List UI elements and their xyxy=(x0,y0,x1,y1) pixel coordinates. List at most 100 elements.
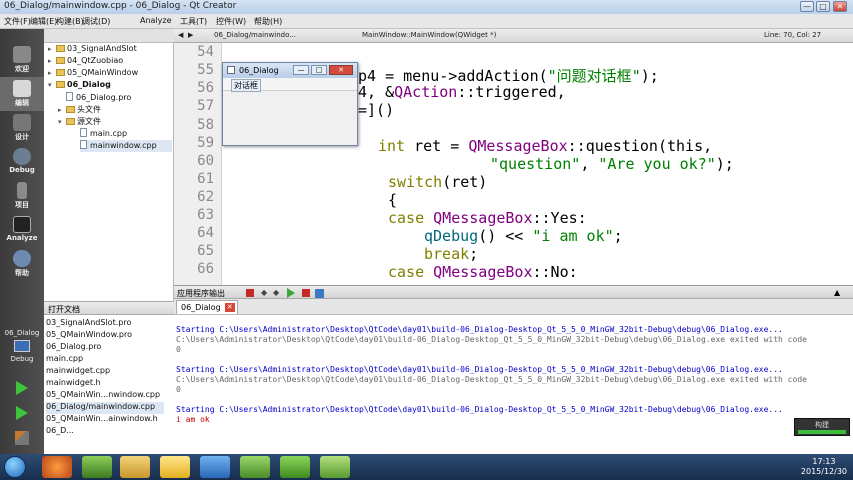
list-item[interactable]: mainwidget.cpp xyxy=(46,366,110,378)
editor-gutter: 54 55 56 57 58 59 60 61 62 63 64 65 66 xyxy=(174,43,222,285)
tree-item[interactable]: ▾ 源文件 xyxy=(58,116,101,128)
stop-icon[interactable] xyxy=(246,289,254,297)
dialog-close-button[interactable]: ✕ xyxy=(329,65,353,75)
code-line: case QMessageBox::Yes: xyxy=(388,209,587,227)
close-button[interactable]: ✕ xyxy=(833,1,847,12)
mode-projects-label: 项目 xyxy=(15,201,29,209)
list-item[interactable]: 06_D... xyxy=(46,426,74,438)
output-line: C:\Users\Administrator\Desktop\QtCode\da… xyxy=(176,375,807,384)
notes-icon[interactable] xyxy=(160,456,190,478)
prev-icon[interactable]: ◆ xyxy=(261,288,267,297)
list-item[interactable]: 05_QMainWin...ainwindow.h xyxy=(46,414,158,426)
folder-icon xyxy=(66,106,75,113)
mode-design[interactable]: 设计 xyxy=(0,111,44,145)
list-item[interactable]: 05_QMainWin...nwindow.cpp xyxy=(46,390,160,402)
menu-debug[interactable]: 调试(D) xyxy=(82,16,110,27)
close-icon[interactable]: ✕ xyxy=(224,303,235,312)
debug-run-button[interactable] xyxy=(0,406,44,420)
tree-item[interactable]: ▾ 06_Dialog xyxy=(48,80,111,92)
list-item[interactable]: 03_SignalAndSlot.pro xyxy=(46,318,131,330)
tree-item[interactable]: main.cpp xyxy=(80,128,127,140)
maximize-button[interactable]: □ xyxy=(816,1,830,12)
tab-06-dialog[interactable]: 06_Dialog ✕ xyxy=(176,300,238,314)
tree-item[interactable]: ▸ 头文件 xyxy=(58,104,101,116)
file-selector[interactable]: 06_Dialog/mainwindo... xyxy=(214,31,296,39)
tree-item[interactable]: mainwindow.cpp xyxy=(80,140,172,152)
line-number: 55 xyxy=(197,62,214,78)
folder-icon xyxy=(56,45,65,52)
clock-time: 17:13 xyxy=(812,457,836,466)
project-tree: ▸ 03_SignalAndSlot ▸ 04_QtZuobiao ▸ 05_QMai… xyxy=(44,29,174,301)
list-item[interactable]: 05_QMainWindow.pro xyxy=(46,330,132,342)
mode-help[interactable]: 帮助 xyxy=(0,247,44,281)
app-icon xyxy=(227,66,235,74)
start-button[interactable] xyxy=(4,456,26,478)
minimize-button[interactable]: — xyxy=(800,1,814,12)
build-label: 构建 xyxy=(815,421,829,429)
line-number: 60 xyxy=(197,153,214,169)
line-number: 56 xyxy=(197,80,214,96)
list-item[interactable]: mainwidget.h xyxy=(46,378,101,390)
help-icon xyxy=(13,250,31,267)
rerun-icon[interactable] xyxy=(287,288,295,298)
folder-icon xyxy=(66,118,75,125)
qt-creator-icon[interactable] xyxy=(82,456,112,478)
system-clock[interactable]: 17:13 2015/12/30 xyxy=(801,457,847,477)
list-item[interactable]: 06_Dialog/mainwindow.cpp xyxy=(46,402,164,414)
next-icon[interactable]: ◆ xyxy=(273,288,279,297)
mode-analyze-label: Analyze xyxy=(6,234,38,242)
line-number: 59 xyxy=(197,135,214,151)
qt-app-icon[interactable] xyxy=(240,456,270,478)
mode-welcome[interactable]: 欢迎 xyxy=(0,43,44,77)
build-button[interactable] xyxy=(0,431,44,445)
tree-item[interactable]: 06_Dialog.pro xyxy=(66,92,131,104)
mode-edit-label: 编辑 xyxy=(15,99,29,107)
app-dialog-window[interactable]: 06_Dialog — □ ✕ 对话框 xyxy=(222,62,358,146)
output-pane-title: 应用程序输出 xyxy=(177,289,225,298)
run-icon xyxy=(16,381,28,395)
list-item[interactable]: 06_Dialog.pro xyxy=(46,342,101,354)
hammer-icon xyxy=(15,431,29,445)
qt-app-icon[interactable] xyxy=(320,456,350,478)
nav-forward-button[interactable]: ▶ xyxy=(188,31,193,39)
dialog-maximize-button[interactable]: □ xyxy=(311,65,327,75)
app-icon[interactable] xyxy=(200,456,230,478)
run-button[interactable] xyxy=(0,381,44,395)
menu-tools[interactable]: 工具(T) xyxy=(180,16,207,27)
application-output[interactable]: Starting C:\Users\Administrator\Desktop\… xyxy=(174,315,853,454)
dialog-minimize-button[interactable]: — xyxy=(293,65,309,75)
mode-analyze[interactable]: Analyze xyxy=(0,213,44,247)
output-line: 0 xyxy=(176,385,181,394)
qt-app-icon[interactable] xyxy=(280,456,310,478)
menu-file[interactable]: 文件(F) xyxy=(4,16,31,27)
file-icon xyxy=(80,140,87,149)
menu-build[interactable]: 构建(B) xyxy=(56,16,84,27)
projects-icon xyxy=(17,182,27,199)
mode-debug[interactable]: Debug xyxy=(0,145,44,179)
folder-icon xyxy=(56,81,65,88)
tree-item[interactable]: ▸ 04_QtZuobiao xyxy=(48,56,123,68)
menu-edit[interactable]: 编辑(E) xyxy=(30,16,57,27)
mode-edit[interactable]: 编辑 xyxy=(0,77,44,111)
maximize-pane-icon[interactable]: ▲ xyxy=(834,288,840,297)
list-item[interactable]: main.cpp xyxy=(46,354,83,366)
firefox-icon[interactable] xyxy=(42,456,72,478)
kit-selector[interactable]: 06_Dialog Debug xyxy=(0,329,44,363)
menu-help[interactable]: 帮助(H) xyxy=(254,16,282,27)
tree-item[interactable]: ▸ 05_QMainWindow xyxy=(48,68,138,80)
symbol-selector[interactable]: MainWindow::MainWindow(QWidget *) xyxy=(362,31,496,39)
menu-widgets[interactable]: 控件(W) xyxy=(216,16,246,27)
settings-icon[interactable] xyxy=(315,289,324,298)
code-line: switch(ret) xyxy=(388,173,488,191)
file-icon xyxy=(66,92,73,101)
dialog-menu-item[interactable]: 对话框 xyxy=(231,79,261,92)
mode-welcome-label: 欢迎 xyxy=(15,65,29,73)
stop-process-icon[interactable] xyxy=(302,289,310,297)
explorer-icon[interactable] xyxy=(120,456,150,478)
menu-analyze[interactable]: Analyze xyxy=(140,16,172,25)
tree-item[interactable]: ▸ 03_SignalAndSlot xyxy=(48,44,137,56)
tab-label: 06_Dialog xyxy=(181,303,221,312)
mode-projects[interactable]: 项目 xyxy=(0,179,44,213)
nav-back-button[interactable]: ◀ xyxy=(178,31,183,39)
output-line: 0 xyxy=(176,345,181,354)
